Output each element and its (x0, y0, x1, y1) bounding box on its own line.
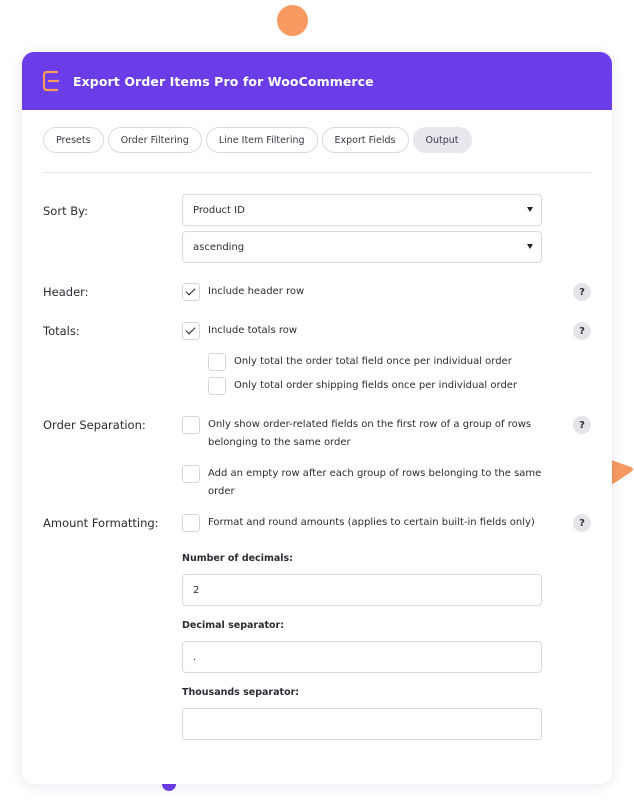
help-icon[interactable]: ? (573, 416, 591, 434)
empty-row-after-checkbox[interactable] (182, 465, 200, 483)
sort-field-select[interactable]: Product ID (182, 194, 542, 226)
include-header-row-label: Include header row (208, 286, 305, 297)
sort-field-value: Product ID (193, 204, 245, 216)
section-divider (43, 172, 591, 173)
decorative-orange-circle (277, 5, 308, 36)
shipping-once-per-order-label: Only total order shipping fields once pe… (234, 380, 518, 391)
thousands-separator-input[interactable] (182, 708, 542, 740)
help-icon[interactable]: ? (573, 283, 591, 301)
format-round-checkbox[interactable] (182, 514, 200, 532)
tab-line-item-filtering[interactable]: Line Item Filtering (205, 127, 318, 153)
include-totals-row-checkbox[interactable] (182, 322, 200, 340)
include-header-row-checkbox[interactable] (182, 283, 200, 301)
include-totals-row-label: Include totals row (208, 325, 298, 336)
decimal-separator-input[interactable] (182, 641, 542, 673)
first-row-only-checkbox[interactable] (182, 416, 200, 434)
tab-export-fields[interactable]: Export Fields (321, 127, 409, 153)
totals-label: Totals: (43, 324, 80, 338)
order-separation-label: Order Separation: (43, 418, 146, 432)
number-of-decimals-input[interactable] (182, 574, 542, 606)
thousands-separator-label: Thousands separator: (182, 687, 300, 698)
sort-direction-value: ascending (193, 241, 245, 253)
chevron-down-icon (527, 244, 533, 249)
shipping-once-per-order-checkbox[interactable] (208, 377, 226, 395)
tab-output[interactable]: Output (412, 127, 472, 153)
empty-row-after-label: Add an empty row after each group of row… (208, 468, 542, 497)
tab-presets[interactable]: Presets (43, 127, 104, 153)
chevron-down-icon (527, 207, 533, 212)
plugin-logo-icon (42, 70, 60, 92)
settings-card: Export Order Items Pro for WooCommerce P… (22, 52, 612, 784)
card-header: Export Order Items Pro for WooCommerce (22, 52, 612, 110)
sort-by-label: Sort By: (43, 204, 88, 218)
help-icon[interactable]: ? (573, 322, 591, 340)
format-round-label: Format and round amounts (applies to cer… (208, 517, 535, 528)
sort-direction-select[interactable]: ascending (182, 231, 542, 263)
first-row-only-label: Only show order-related fields on the fi… (208, 419, 532, 448)
total-once-per-order-checkbox[interactable] (208, 353, 226, 371)
number-of-decimals-label: Number of decimals: (182, 553, 293, 564)
amount-formatting-label: Amount Formatting: (43, 516, 159, 530)
tab-bar: Presets Order Filtering Line Item Filter… (43, 127, 472, 153)
tab-order-filtering[interactable]: Order Filtering (107, 127, 202, 153)
total-once-per-order-label: Only total the order total field once pe… (234, 356, 512, 367)
help-icon[interactable]: ? (573, 514, 591, 532)
app-title: Export Order Items Pro for WooCommerce (73, 73, 374, 89)
decimal-separator-label: Decimal separator: (182, 620, 285, 631)
header-label: Header: (43, 285, 89, 299)
